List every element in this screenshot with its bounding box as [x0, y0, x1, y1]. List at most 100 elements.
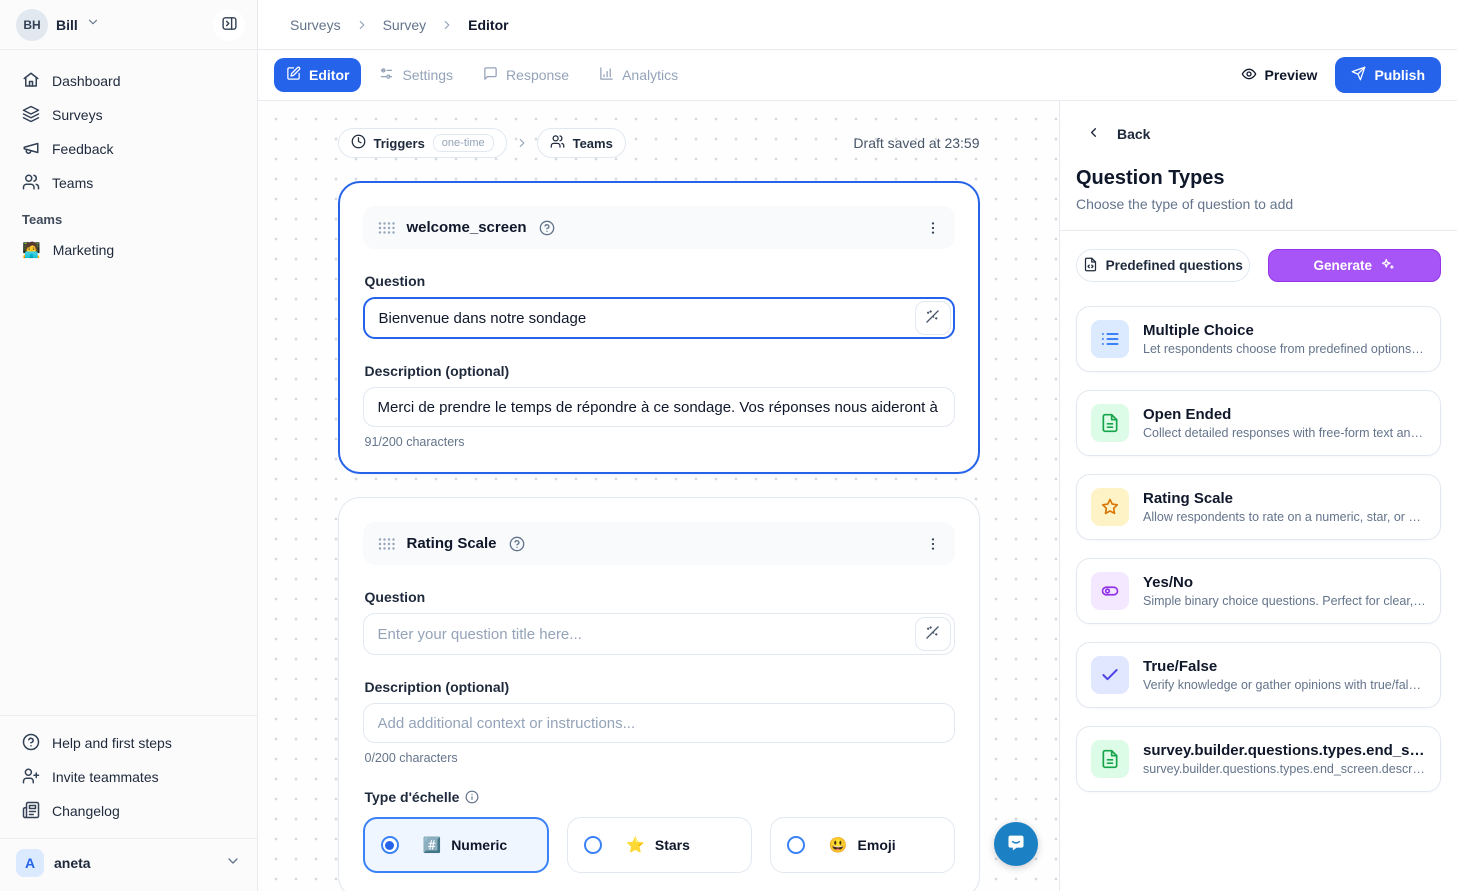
- sidebar-item-invite[interactable]: Invite teammates: [10, 760, 247, 794]
- team-label: Marketing: [53, 242, 114, 258]
- chevron-right-icon: [515, 136, 529, 150]
- back-label: Back: [1117, 126, 1150, 142]
- users-icon: [550, 134, 565, 152]
- sidebar-header: BH Bill: [0, 0, 257, 50]
- sidebar-item-marketing[interactable]: 🧑‍💻 Marketing: [10, 233, 247, 267]
- tab-analytics[interactable]: Analytics: [587, 58, 690, 92]
- card-menu-button[interactable]: [925, 536, 941, 552]
- question-type-desc: survey.builder.questions.types.end_scree…: [1143, 762, 1426, 776]
- chat-bubble-icon: [1005, 832, 1027, 857]
- question-title-input[interactable]: [363, 297, 955, 339]
- send-icon: [1351, 66, 1366, 84]
- description-input[interactable]: [363, 387, 955, 427]
- scale-option-stars[interactable]: ⭐ Stars: [567, 817, 752, 873]
- ai-rewrite-button[interactable]: [915, 301, 951, 335]
- preview-button[interactable]: Preview: [1229, 58, 1330, 93]
- scale-option-label: Stars: [655, 837, 690, 853]
- breadcrumb-surveys[interactable]: Surveys: [290, 17, 341, 33]
- drag-handle-icon[interactable]: [377, 536, 395, 552]
- collapse-sidebar-button[interactable]: [213, 9, 245, 41]
- question-types-panel: Back Question Types Choose the type of q…: [1059, 101, 1457, 891]
- team-emoji: 🧑‍💻: [22, 241, 41, 259]
- generate-button[interactable]: Generate: [1268, 249, 1442, 282]
- triggers-label: Triggers: [374, 136, 425, 151]
- file-text-icon: [1091, 740, 1129, 778]
- chevron-down-icon: [225, 853, 241, 874]
- teams-chip[interactable]: Teams: [537, 128, 626, 158]
- wand-sparkles-icon: [925, 625, 940, 643]
- one-time-badge: one-time: [433, 134, 494, 152]
- ai-rewrite-button[interactable]: [915, 617, 951, 651]
- org-avatar: A: [16, 849, 44, 877]
- question-type-desc: Allow respondents to rate on a numeric, …: [1143, 510, 1426, 524]
- teams-chip-label: Teams: [573, 136, 613, 151]
- question-type-rating-scale[interactable]: Rating Scale Allow respondents to rate o…: [1076, 474, 1441, 540]
- publish-label: Publish: [1374, 67, 1425, 83]
- tab-settings[interactable]: Settings: [367, 58, 465, 92]
- info-icon[interactable]: [465, 790, 479, 804]
- card-menu-button[interactable]: [925, 220, 941, 236]
- file-code-icon: [1083, 257, 1098, 275]
- message-square-icon: [483, 66, 498, 84]
- question-card-rating-scale[interactable]: Rating Scale Question Descri: [338, 497, 980, 891]
- generate-label: Generate: [1313, 258, 1372, 273]
- sidebar-item-feedback[interactable]: Feedback: [10, 132, 247, 166]
- wand-sparkles-icon: [925, 309, 940, 327]
- drag-handle-icon[interactable]: [377, 220, 395, 236]
- radio-icon: [787, 836, 805, 854]
- sidebar-item-changelog[interactable]: Changelog: [10, 794, 247, 828]
- sliders-icon: [379, 66, 394, 84]
- tab-response[interactable]: Response: [471, 58, 581, 92]
- publish-button[interactable]: Publish: [1335, 57, 1441, 93]
- sidebar: BH Bill Dashboard Surveys: [0, 0, 258, 891]
- sparkles-icon: [1380, 257, 1395, 275]
- sidebar-item-label: Feedback: [52, 141, 113, 157]
- question-type-desc: Collect detailed responses with free-for…: [1143, 426, 1426, 440]
- scale-option-emoji[interactable]: 😃 Emoji: [770, 817, 955, 873]
- newspaper-icon: [22, 801, 40, 822]
- question-type-end-screen[interactable]: survey.builder.questions.types.end_scr..…: [1076, 726, 1441, 792]
- eye-icon: [1241, 66, 1257, 85]
- sidebar-item-surveys[interactable]: Surveys: [10, 98, 247, 132]
- editor-toolbar: Editor Settings Response Analytics Previ…: [258, 50, 1457, 101]
- user-plus-icon: [22, 767, 40, 788]
- chevron-right-icon: [440, 18, 454, 32]
- predefined-questions-button[interactable]: Predefined questions: [1076, 249, 1250, 282]
- check-icon: [1091, 656, 1129, 694]
- help-circle-icon[interactable]: [509, 536, 525, 552]
- megaphone-icon: [22, 139, 40, 160]
- user-name[interactable]: Bill: [56, 17, 78, 33]
- char-counter: 0/200 characters: [365, 751, 955, 765]
- question-card-welcome-screen[interactable]: welcome_screen Question Desc: [338, 181, 980, 474]
- panel-title: Question Types: [1076, 167, 1441, 190]
- org-switcher[interactable]: A aneta: [0, 839, 257, 891]
- description-input[interactable]: [363, 703, 955, 743]
- question-type-multiple-choice[interactable]: Multiple Choice Let respondents choose f…: [1076, 306, 1441, 372]
- question-title-input[interactable]: [363, 613, 955, 655]
- triggers-chip[interactable]: Triggers one-time: [338, 128, 507, 158]
- user-avatar[interactable]: BH: [16, 9, 48, 41]
- sidebar-item-dashboard[interactable]: Dashboard: [10, 64, 247, 98]
- support-chat-button[interactable]: [994, 822, 1038, 866]
- breadcrumb-survey[interactable]: Survey: [383, 17, 427, 33]
- question-type-true-false[interactable]: True/False Verify knowledge or gather op…: [1076, 642, 1441, 708]
- question-field-label: Question: [365, 273, 955, 289]
- file-text-icon: [1091, 404, 1129, 442]
- help-circle-icon[interactable]: [539, 220, 555, 236]
- help-circle-icon: [22, 733, 40, 754]
- question-type-yes-no[interactable]: Yes/No Simple binary choice questions. P…: [1076, 558, 1441, 624]
- predefined-questions-label: Predefined questions: [1106, 258, 1243, 273]
- question-type-title: Rating Scale: [1143, 490, 1426, 507]
- question-type-open-ended[interactable]: Open Ended Collect detailed responses wi…: [1076, 390, 1441, 456]
- question-field-label: Question: [365, 589, 955, 605]
- question-card-header: welcome_screen: [363, 206, 955, 249]
- sidebar-item-teams[interactable]: Teams: [10, 166, 247, 200]
- tab-editor[interactable]: Editor: [274, 58, 361, 92]
- star-icon: [1091, 488, 1129, 526]
- scale-option-numeric[interactable]: #️⃣ Numeric: [363, 817, 550, 873]
- question-type-title: Open Ended: [1143, 406, 1426, 423]
- description-field-label: Description (optional): [365, 363, 955, 379]
- sidebar-item-help[interactable]: Help and first steps: [10, 726, 247, 760]
- back-button[interactable]: Back: [1076, 123, 1441, 145]
- question-card-title: welcome_screen: [407, 219, 527, 236]
